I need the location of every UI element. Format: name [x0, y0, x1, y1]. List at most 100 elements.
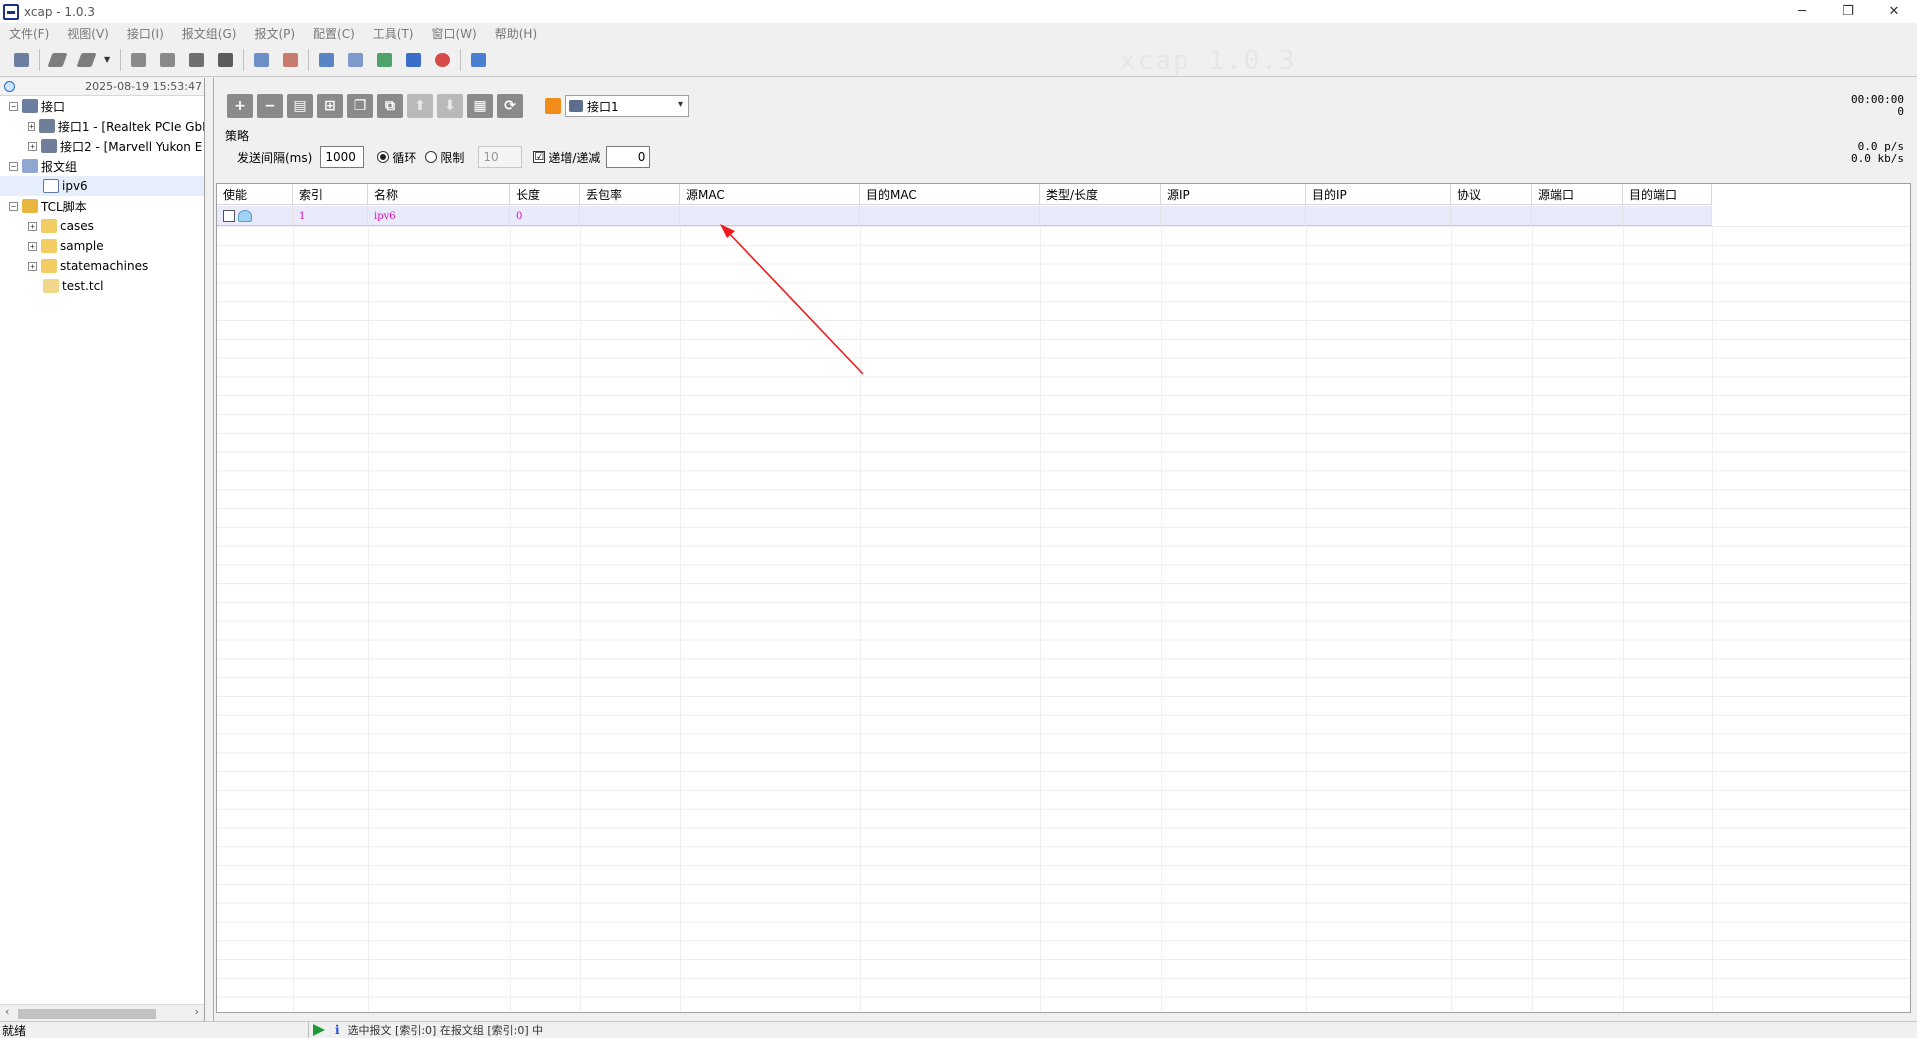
split-packet-button[interactable]: ⊞ [317, 94, 343, 118]
tree-node-group-ipv6[interactable]: ipv6 [0, 176, 204, 196]
remove-packet-button[interactable]: − [257, 94, 283, 118]
folder-icon [41, 239, 57, 253]
move-down-button[interactable]: ⬇ [437, 94, 463, 118]
collapse-icon[interactable]: − [9, 201, 18, 211]
menu-interface[interactable]: 接口(I) [118, 25, 173, 42]
menu-config[interactable]: 配置(C) [304, 25, 364, 42]
menu-tools[interactable]: 工具(T) [364, 25, 423, 42]
tree-node-statemachines[interactable]: + statemachines [0, 256, 204, 276]
grid-button[interactable]: ▦ [467, 94, 493, 118]
expand-icon[interactable]: + [28, 241, 37, 251]
paste-packet-button[interactable]: ⧉ [377, 94, 403, 118]
tree-node-tcl[interactable]: − TCL脚本 [0, 196, 204, 216]
table-row[interactable]: 1 ipv6 0 [217, 206, 1712, 226]
menu-file[interactable]: 文件(F) [0, 25, 58, 42]
toolbar-new-window-button[interactable] [250, 49, 272, 71]
tree-node-sample[interactable]: + sample [0, 236, 204, 256]
tree-node-iface2[interactable]: + 接口2 - [Marvell Yukon E [0, 136, 204, 156]
col-name[interactable]: 名称 [368, 184, 510, 205]
expand-icon[interactable]: + [28, 261, 37, 271]
menu-group[interactable]: 报文组(G) [173, 25, 246, 42]
col-enable[interactable]: 使能 [217, 184, 293, 205]
tree-horizontal-scrollbar[interactable]: ‹ › [0, 1004, 204, 1021]
col-loss[interactable]: 丢包率 [580, 184, 680, 205]
tree-node-iface1[interactable]: + 接口1 - [Realtek PCIe GbE [0, 116, 204, 136]
enable-checkbox[interactable] [223, 210, 235, 222]
col-src-mac[interactable]: 源MAC [680, 184, 860, 205]
col-protocol[interactable]: 协议 [1451, 184, 1532, 205]
tree-node-interfaces[interactable]: − 接口 [0, 96, 204, 116]
xcap-window: xcap - 1.0.3 ─ ❐ ✕ 文件(F) 视图(V) 接口(I) 报文组… [0, 0, 1917, 1038]
collapse-icon[interactable]: − [9, 101, 18, 111]
loop-radio[interactable] [377, 151, 390, 163]
menu-view[interactable]: 视图(V) [58, 25, 118, 42]
tree-node-cases[interactable]: + cases [0, 216, 204, 236]
loop-button[interactable]: ⟳ [497, 94, 523, 118]
add-packet-button[interactable]: + [227, 94, 253, 118]
expand-icon[interactable]: + [28, 221, 37, 231]
packet-panel: + − ▤ ⊞ ❐ ⧉ ⬆ ⬇ ▦ ⟳ 接口1 ▾ 00:00:00 0 0.0… [215, 78, 1917, 1021]
toolbar-book-button[interactable] [214, 49, 236, 71]
toolbar-window-remove-button[interactable] [279, 49, 301, 71]
restore-button[interactable]: ❐ [1825, 0, 1871, 23]
scrollbar-thumb[interactable] [18, 1009, 156, 1019]
minimize-button[interactable]: ─ [1779, 0, 1825, 23]
toolbar-separator [460, 48, 461, 71]
report-icon [376, 52, 392, 67]
incdec-checkbox[interactable]: ☑ [533, 151, 546, 163]
move-up-button[interactable]: ⬆ [407, 94, 433, 118]
toolbar-send-all-button[interactable] [75, 49, 97, 71]
menu-window[interactable]: 窗口(W) [423, 25, 486, 42]
expand-icon[interactable]: + [28, 121, 35, 131]
col-src-ip[interactable]: 源IP [1161, 184, 1306, 205]
incdec-input[interactable]: 0 [606, 146, 651, 168]
interface-select[interactable]: 接口1 ▾ [565, 95, 689, 117]
col-length[interactable]: 长度 [510, 184, 580, 205]
packet-counter: 0 [1897, 105, 1904, 118]
limit-radio[interactable] [425, 151, 438, 163]
col-index[interactable]: 索引 [293, 184, 368, 205]
cell-loss [580, 206, 680, 226]
col-dst-ip[interactable]: 目的IP [1306, 184, 1451, 205]
toolbar-chat-button[interactable] [467, 49, 489, 71]
col-src-port[interactable]: 源端口 [1532, 184, 1623, 205]
expand-icon[interactable]: + [28, 141, 37, 151]
cell-dst-port [1623, 206, 1712, 226]
toolbar-filter-button[interactable] [156, 49, 178, 71]
collapse-icon[interactable]: − [9, 161, 18, 171]
copy-packet-button[interactable]: ❐ [347, 94, 373, 118]
col-dst-port[interactable]: 目的端口 [1623, 184, 1712, 205]
toolbar-interfaces-button[interactable] [10, 49, 32, 71]
col-dst-mac[interactable]: 目的MAC [860, 184, 1040, 205]
chevron-down-icon[interactable]: ▼ [104, 55, 112, 64]
folder-icon [41, 219, 57, 233]
menu-help[interactable]: 帮助(H) [486, 25, 546, 42]
toolbar-pie-button[interactable] [431, 49, 453, 71]
limit-input[interactable]: 10 [478, 146, 523, 168]
scroll-right-icon[interactable]: › [195, 1005, 199, 1018]
toolbar-separator [39, 48, 40, 71]
tree-node-testtcl[interactable]: test.tcl [0, 276, 204, 296]
toolbar-report-button[interactable] [373, 49, 395, 71]
toolbar-export-button[interactable] [185, 49, 207, 71]
menu-packet[interactable]: 报文(P) [245, 25, 304, 42]
tree-node-groups[interactable]: − 报文组 [0, 156, 204, 176]
tree-label: sample [60, 239, 104, 253]
toolbar-edit-button[interactable] [315, 49, 337, 71]
grid-column-line [1623, 226, 1624, 1012]
edit-packet-button[interactable]: ▤ [287, 94, 313, 118]
panel-splitter[interactable] [205, 78, 214, 1021]
toolbar-send-button[interactable] [46, 49, 68, 71]
nic-icon [569, 100, 583, 112]
grid-column-line [680, 226, 681, 1012]
col-type[interactable]: 类型/长度 [1040, 184, 1161, 205]
send-timer: 00:00:00 0 [1851, 94, 1904, 118]
toolbar-stats-button[interactable] [402, 49, 424, 71]
toolbar-capture-button[interactable] [127, 49, 149, 71]
interval-input[interactable]: 1000 [320, 146, 365, 168]
scroll-left-icon[interactable]: ‹ [5, 1005, 9, 1018]
window-add-icon [253, 52, 269, 67]
cell-src-port [1532, 206, 1623, 226]
toolbar-align-button[interactable] [344, 49, 366, 71]
close-button[interactable]: ✕ [1871, 0, 1917, 23]
